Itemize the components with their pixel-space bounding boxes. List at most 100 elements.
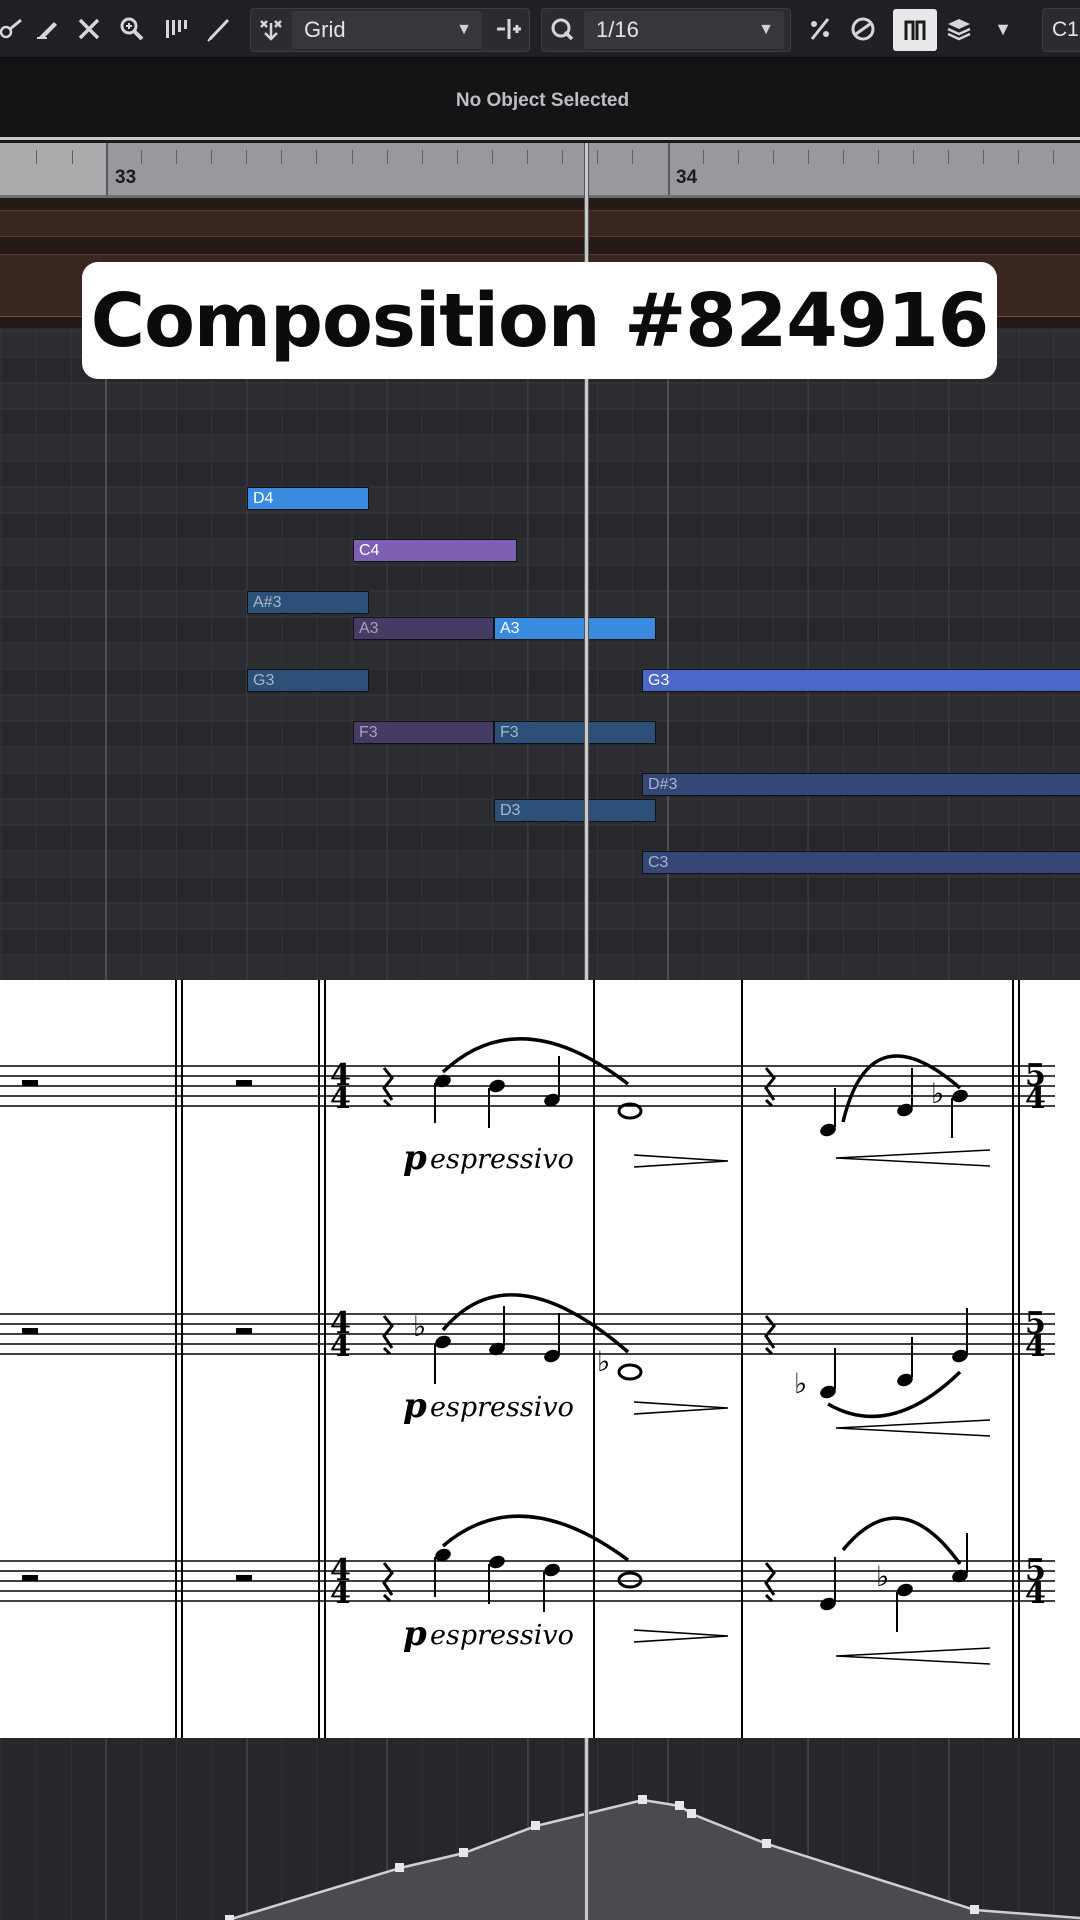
- ruler-tick: [176, 150, 177, 164]
- comp-tool-icon[interactable]: [157, 8, 195, 50]
- note-f3[interactable]: F3: [494, 721, 656, 744]
- note-g3[interactable]: G3: [642, 669, 1080, 692]
- ruler-tick: [72, 150, 73, 164]
- zoom-tool-icon[interactable]: [113, 8, 151, 50]
- notes-m1: [434, 1056, 643, 1128]
- note-label: A#3: [253, 594, 282, 611]
- pitch-field-value: C1: [1052, 18, 1079, 41]
- layers-icon[interactable]: [940, 8, 978, 50]
- decrescendo-hairpin: [633, 1401, 729, 1415]
- note-label: D4: [253, 490, 274, 507]
- score-view[interactable]: 4 4 ♭ p espressivo 5 4 4 4 ♭ ♭ ♭ p espre…: [0, 980, 1080, 1738]
- note-ds3[interactable]: D#3: [642, 773, 1080, 796]
- snap-toggle-icon[interactable]: [252, 8, 290, 50]
- score-notation: 4 4 ♭ p espressivo 5 4 4 4 ♭ ♭ ♭ p espre…: [0, 980, 1055, 1738]
- decrescendo-hairpin: [633, 1154, 729, 1168]
- dynamic-mark: p: [403, 1386, 427, 1426]
- quantize-icon[interactable]: [543, 8, 581, 50]
- playhead-cursor[interactable]: [584, 1738, 589, 1920]
- note-d4[interactable]: D4: [247, 487, 369, 510]
- ruler-tick: [457, 150, 458, 164]
- ruler-tick: [1018, 150, 1019, 164]
- toolbar: Grid ▼ 1/16 ▼ ▼ C1: [0, 0, 1080, 58]
- note-as3[interactable]: A#3: [247, 591, 369, 614]
- snap-to-zero-icon[interactable]: [490, 8, 528, 50]
- ruler[interactable]: 33 34: [0, 143, 1080, 198]
- ruler-tick: [632, 150, 633, 164]
- eraser-tool-icon[interactable]: [28, 8, 66, 50]
- time-sig-bottom: 4: [1025, 1576, 1046, 1611]
- dynamic-mark: p: [403, 1614, 427, 1654]
- info-line-status: No Object Selected: [455, 90, 630, 111]
- ruler-tick: [878, 150, 879, 164]
- note-label: C3: [648, 854, 669, 871]
- snap-type-value: Grid: [304, 17, 346, 42]
- controller-lane-graph: [0, 1738, 1080, 1920]
- ruler-tick: [281, 150, 282, 164]
- whole-rest: [22, 1080, 38, 1086]
- glue-tool-icon[interactable]: [0, 8, 30, 50]
- notes-m3: ♭ ♭: [413, 1306, 643, 1384]
- whole-rest: [22, 1575, 38, 1581]
- ruler-tick: [843, 150, 844, 164]
- note-a3[interactable]: A3: [353, 617, 494, 640]
- time-sig-bottom: 4: [1025, 1081, 1046, 1116]
- ruler-bar-line: [668, 143, 670, 198]
- time-sig-bottom: 4: [1025, 1329, 1046, 1364]
- piano-roll-grid[interactable]: D4 C4 A#3 A3 A3 G3 G3 F3 F3 D#3 D3 C3: [0, 328, 1080, 980]
- auto-apply-icon[interactable]: [844, 8, 882, 50]
- crescendo-hairpin: [835, 1419, 991, 1437]
- pitch-field[interactable]: C1: [1042, 8, 1080, 52]
- slur: [827, 1370, 962, 1419]
- event-band-edge: [0, 210, 1080, 211]
- ruler-bar-number: 33: [115, 167, 137, 188]
- quarter-rest: [382, 1315, 394, 1356]
- note-f3[interactable]: F3: [353, 721, 494, 744]
- whole-rest: [236, 1575, 252, 1581]
- ruler-tick: [808, 150, 809, 164]
- quantize-preset-select[interactable]: 1/16 ▼: [584, 11, 784, 49]
- controller-lane[interactable]: [0, 1738, 1080, 1920]
- note-c4[interactable]: C4: [353, 539, 517, 562]
- decrescendo-hairpin: [633, 1629, 729, 1643]
- crescendo-hairpin: [835, 1647, 991, 1665]
- note-label: A3: [359, 620, 379, 637]
- dynamic-mark: p: [403, 1138, 427, 1178]
- ruler-bar-number: 34: [676, 167, 698, 188]
- ruler-tick: [352, 150, 353, 164]
- note-c3[interactable]: C3: [642, 851, 1080, 874]
- staff-2: 4 4 ♭ ♭ ♭ p espressivo 5 4: [0, 1293, 1055, 1437]
- quarter-rest: [764, 1315, 776, 1356]
- slur: [441, 1037, 630, 1086]
- ruler-tick: [141, 150, 142, 164]
- independent-track-loop-button[interactable]: [893, 9, 937, 51]
- ruler-tick: [1053, 150, 1054, 164]
- loop-range[interactable]: [0, 143, 106, 198]
- notes-m5: [434, 1548, 643, 1612]
- flat-sign: ♭: [413, 1310, 426, 1343]
- ruler-tick: [948, 150, 949, 164]
- snap-type-select[interactable]: Grid ▼: [292, 11, 482, 49]
- flat-sign: ♭: [931, 1077, 944, 1110]
- info-line: No Object Selected: [0, 58, 1080, 140]
- line-tool-icon[interactable]: [200, 8, 238, 50]
- ruler-tick: [738, 150, 739, 164]
- ruler-tick: [387, 150, 388, 164]
- note-d3[interactable]: D3: [494, 799, 656, 822]
- piano-roll-gridlines: [0, 328, 1080, 980]
- note-label: G3: [648, 672, 670, 689]
- ruler-tick: [211, 150, 212, 164]
- ruler-tick: [703, 150, 704, 164]
- note-a3[interactable]: A3: [494, 617, 656, 640]
- ruler-tick: [983, 150, 984, 164]
- note-label: G3: [253, 672, 275, 689]
- ruler-tick: [597, 150, 598, 164]
- iterative-quantize-icon[interactable]: [801, 8, 839, 50]
- mute-tool-icon[interactable]: [70, 8, 108, 50]
- ruler-tick: [562, 150, 563, 164]
- quarter-rest: [382, 1562, 394, 1603]
- chevron-down-icon[interactable]: ▼: [984, 8, 1022, 50]
- slur: [441, 1514, 630, 1562]
- chevron-down-icon: ▼: [758, 21, 774, 38]
- note-g3[interactable]: G3: [247, 669, 369, 692]
